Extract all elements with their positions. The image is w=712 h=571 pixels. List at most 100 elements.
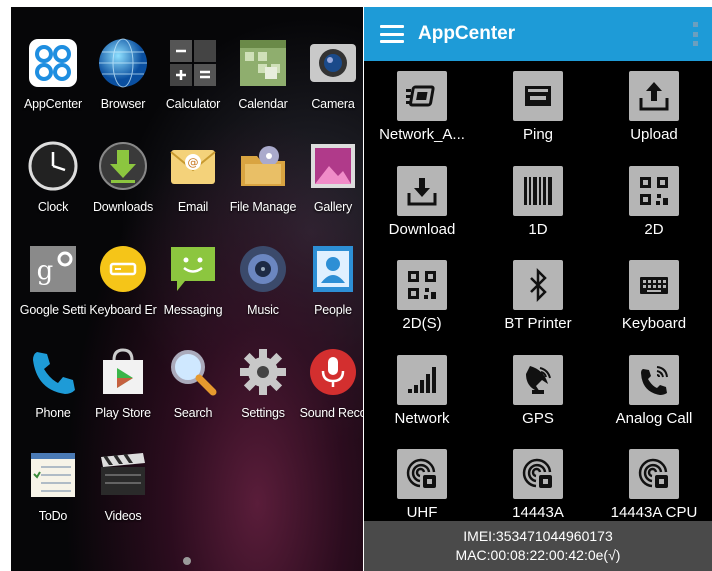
tool-label: 2D <box>644 220 664 238</box>
tool-keyboard[interactable]: Keyboard <box>596 260 712 355</box>
app-label: File Manage <box>229 200 297 214</box>
envelope-icon: @ <box>167 140 219 192</box>
app-clock[interactable]: Clock <box>19 140 87 243</box>
app-messaging[interactable]: Messaging <box>159 243 227 346</box>
app-phone[interactable]: Phone <box>19 346 87 449</box>
app-sound-recorder[interactable]: Sound Reco <box>299 346 363 449</box>
app-label: Google Setti <box>19 303 87 317</box>
keyboard-emulator-icon <box>97 243 149 295</box>
bluetooth-icon <box>513 260 563 310</box>
tool-label: Upload <box>630 126 678 143</box>
tool-bt-printer[interactable]: BT Printer <box>480 260 596 355</box>
app-settings[interactable]: Settings <box>229 346 297 449</box>
tool-label: BT Printer <box>504 315 572 332</box>
barcode-icon <box>513 165 563 216</box>
tool-download[interactable]: Download <box>364 165 480 261</box>
tool-gps[interactable]: GPS <box>480 354 596 450</box>
tool-label: GPS <box>522 409 554 427</box>
tool-label: 1D <box>528 220 548 238</box>
tool-label: Analog Call <box>615 409 693 427</box>
app-play-store[interactable]: Play Store <box>89 346 157 449</box>
app-appcenter[interactable]: AppCenter <box>19 37 87 140</box>
app-label: Downloads <box>92 200 154 214</box>
app-bar: AppCenter <box>364 7 712 61</box>
file-manager-icon <box>237 140 289 192</box>
app-music[interactable]: Music <box>229 243 297 346</box>
app-label: Sound Reco <box>299 406 363 420</box>
tool-label: 2D(S) <box>402 315 442 332</box>
keyboard-icon <box>629 260 679 310</box>
mac-text: MAC:00:08:22:00:42:0e(√) <box>455 547 621 563</box>
page-indicator-dot <box>183 557 191 565</box>
app-label: People <box>314 303 352 317</box>
app-camera[interactable]: Camera <box>299 37 363 140</box>
tool-network[interactable]: Network <box>364 354 480 450</box>
app-search[interactable]: Search <box>159 346 227 449</box>
app-file-manager[interactable]: File Manage <box>229 140 297 243</box>
rfid-icon <box>513 449 563 499</box>
app-browser[interactable]: Browser <box>89 37 157 140</box>
app-google-settings[interactable]: g Google Setti <box>19 243 87 346</box>
search-icon <box>167 346 219 398</box>
app-grid: AppCenter Browser Calculator Calendar Ca… <box>11 37 363 552</box>
qr-code-icon <box>397 260 447 310</box>
clock-icon <box>27 140 79 192</box>
app-todo[interactable]: ToDo <box>19 449 87 552</box>
imei-text: IMEI:353471044960173 <box>463 528 613 544</box>
app-label: Videos <box>104 509 142 523</box>
tool-network-adapter[interactable]: Network_A... <box>364 71 480 166</box>
tool-label: Network <box>394 409 450 427</box>
appcenter-screen: AppCenter Network_A... Ping Upload Downl… <box>364 7 712 571</box>
app-drawer: AppCenter Browser Calculator Calendar Ca… <box>11 7 363 571</box>
tool-2d-s[interactable]: 2D(S) <box>364 260 480 355</box>
app-keyboard-emulator[interactable]: Keyboard Er <box>89 243 157 346</box>
ping-icon <box>513 71 563 121</box>
app-label: Calendar <box>238 97 288 111</box>
app-label: Keyboard Er <box>89 303 157 317</box>
phone-icon <box>27 346 79 398</box>
app-label: Browser <box>100 97 146 111</box>
phone-ringing-icon <box>629 354 679 405</box>
contacts-icon <box>307 243 359 295</box>
svg-text:g: g <box>37 256 54 286</box>
app-email[interactable]: @ Email <box>159 140 227 243</box>
app-downloads[interactable]: Downloads <box>89 140 157 243</box>
tool-analog-call[interactable]: Analog Call <box>596 354 712 450</box>
gear-icon <box>237 346 289 398</box>
app-label: Play Store <box>95 406 151 420</box>
app-calculator[interactable]: Calculator <box>159 37 227 140</box>
app-videos[interactable]: Videos <box>89 449 157 552</box>
app-title: AppCenter <box>418 23 516 44</box>
app-label: Music <box>247 303 279 317</box>
network-adapter-icon <box>397 71 447 121</box>
app-label: ToDo <box>38 509 68 523</box>
app-label: Clock <box>37 200 69 214</box>
app-label: Settings <box>241 406 285 420</box>
play-store-icon <box>97 346 149 398</box>
overflow-menu-icon[interactable] <box>692 22 698 46</box>
app-gallery[interactable]: Gallery <box>299 140 363 243</box>
app-people[interactable]: People <box>299 243 363 346</box>
globe-icon <box>97 37 149 89</box>
app-label: Camera <box>311 97 355 111</box>
app-label: Messaging <box>163 303 223 317</box>
tool-2d[interactable]: 2D <box>596 165 712 261</box>
tool-1d[interactable]: 1D <box>480 165 596 261</box>
clapperboard-icon <box>97 449 149 501</box>
tool-ping[interactable]: Ping <box>480 71 596 166</box>
microphone-icon <box>307 346 359 398</box>
tool-label: Download <box>388 220 456 238</box>
app-calendar[interactable]: Calendar <box>229 37 297 140</box>
tool-upload[interactable]: Upload <box>596 71 712 166</box>
calendar-icon <box>237 37 289 89</box>
app-label: Phone <box>35 406 71 420</box>
upload-icon <box>629 71 679 121</box>
menu-icon[interactable] <box>380 25 404 43</box>
app-label: Email <box>177 200 209 214</box>
tool-label: 14443A <box>512 504 564 521</box>
device-info-footer: IMEI:353471044960173 MAC:00:08:22:00:42:… <box>364 521 712 571</box>
svg-text:@: @ <box>188 156 199 169</box>
download-icon <box>397 165 447 216</box>
message-icon <box>167 243 219 295</box>
tool-label: 14443A CPU <box>610 504 698 521</box>
